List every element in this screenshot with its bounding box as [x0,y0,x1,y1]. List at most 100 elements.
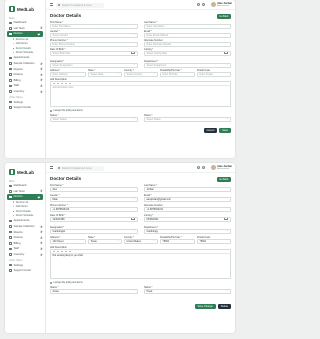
go-back-button[interactable]: Go Back [216,176,231,182]
joining-field[interactable]: 03/09/2021 [144,217,231,222]
phone-field[interactable]: +1 9876543210 [50,207,138,212]
sidebar-item-label: Reports [13,67,23,71]
bell-icon[interactable] [197,166,200,169]
postal-field[interactable]: Enter Postal [197,72,231,77]
search-placeholder: Search for patients & more [62,3,92,7]
pincode-field[interactable]: 75001 [160,239,195,244]
description-text: Not sending likely to you child [52,255,83,257]
sidebar-item-label: Billing [13,241,21,245]
sidebar-item-support[interactable]: Support Center [5,105,45,111]
sidebar-item-support[interactable]: Support Center [5,268,45,274]
sidebar-item-doctors[interactable]: Doctors [7,194,43,200]
bold-icon[interactable] [52,82,55,85]
dashboard-icon [9,184,12,188]
doctor-form: First Name * Alex Last Name * Jordan Gende… [50,184,231,330]
state-select[interactable]: Select State [88,72,122,77]
sidebar-item-label: Appointments [13,219,30,223]
message-icon[interactable] [202,3,205,6]
description-editor[interactable]: Not sending likely to you child [50,249,231,279]
first-name-field[interactable]: Alex [50,187,138,192]
phone-field[interactable]: Enter Phone Number [50,42,138,47]
link-icon[interactable] [68,250,71,253]
sidebar-item-inventory[interactable]: Inventory [5,252,45,258]
user-menu[interactable]: Alex Jordan Administrator [210,2,232,8]
policy-checkbox[interactable]: I accept the policy and terms [50,282,83,285]
chevron-right-icon [40,236,43,239]
list-icon[interactable] [64,250,67,253]
country-select[interactable]: Select Country [124,72,158,77]
search-input[interactable]: Search for patients & more [56,2,104,8]
sidebar-item-label: Doctors [13,32,23,36]
form-actions: Cancel Save [203,128,231,133]
checkbox-icon [50,110,53,113]
sidebar-item-label: Support Center [13,269,32,273]
sidebar-item-label: Finance [13,236,23,240]
state-select[interactable]: Texas [88,239,122,244]
designation-select[interactable]: Cardiologist [50,229,138,234]
email-field[interactable]: Enter Email Address [144,33,231,38]
logo-text: MedLab [17,6,35,12]
dob-field[interactable]: Select Birth Date [50,51,138,56]
search-icon [57,166,60,169]
italic-icon[interactable] [56,250,59,253]
specialist-select[interactable]: Select Status [144,117,231,122]
menu-icon[interactable] [50,166,53,169]
status-select[interactable]: Active [50,289,138,294]
delete-button[interactable]: Delete [217,304,231,309]
user-role: Administrator [217,168,230,170]
status-select[interactable]: Select Status [50,117,138,122]
bullet-icon [13,52,15,54]
department-select[interactable]: Select Department [144,63,231,68]
list-icon[interactable] [64,82,67,85]
specialist-select[interactable]: Heart [144,289,231,294]
sidebar-subitem-label: Add Doctor [15,42,28,46]
last-name-field[interactable]: Jordan [144,187,231,192]
dashboard-icon [9,21,12,25]
underline-icon[interactable] [60,250,63,253]
sidebar-item-label: Staff [13,247,19,251]
gender-select[interactable]: Select Gender [50,33,138,38]
message-icon[interactable] [202,166,205,169]
wallet-icon [9,236,12,240]
alternate-number-field[interactable]: Enter Alternate Number [144,42,231,47]
department-select[interactable]: Cardiology [144,229,231,234]
sidebar-item-inventory[interactable]: Inventory [5,89,45,95]
designation-select[interactable]: Select Designation [50,63,138,68]
postal-field[interactable]: 75001 [197,239,231,244]
italic-icon[interactable] [56,82,59,85]
sidebar-item-label: Doctors [13,195,23,199]
alternate-number-field[interactable]: +1 9876543211 [144,207,231,212]
first-name-field[interactable]: Enter First Name [50,24,138,29]
box-icon [9,90,12,93]
save-button[interactable]: Save [219,128,231,133]
dob-field[interactable]: 12/04/1988 [50,217,138,222]
sidebar-subitem-label: Doctor Schedule [15,51,34,55]
underline-icon[interactable] [60,82,63,85]
go-back-button[interactable]: Go Back [216,13,231,19]
description-editor[interactable]: Add description here [50,81,231,107]
country-select[interactable]: United States [124,239,158,244]
last-name-field[interactable]: Enter Last Name [144,24,231,29]
link-icon[interactable] [68,82,71,85]
pincode-field[interactable]: Enter Pincode [160,72,195,77]
sidebar-item-label: Reports [13,230,23,234]
address-field[interactable]: 123 Street [50,239,86,244]
gender-select[interactable]: Male [50,197,138,202]
save-change-button[interactable]: Save Change [194,304,216,309]
email-field[interactable]: alexjordan@gmail.com [144,197,231,202]
chevron-down-icon [38,195,41,198]
joining-field[interactable]: Select Joining Date [144,51,231,56]
search-input[interactable]: Search for patients & more [56,165,104,171]
menu-icon[interactable] [50,3,53,6]
address-field[interactable]: Enter Address [50,72,86,77]
box-icon [9,253,12,256]
bold-icon[interactable] [52,250,55,253]
cancel-button[interactable]: Cancel [203,128,218,133]
bell-icon[interactable] [197,3,200,6]
sidebar-item-doctors[interactable]: Doctors [7,31,43,37]
user-menu[interactable]: Alex Jordan Administrator [210,165,232,171]
logo-text: MedLab [17,169,35,175]
sidebar-item-label: Dashboard [13,184,27,188]
policy-checkbox[interactable]: I accept the policy and terms [50,110,83,113]
sidebar-item-label: Settings [13,100,23,104]
